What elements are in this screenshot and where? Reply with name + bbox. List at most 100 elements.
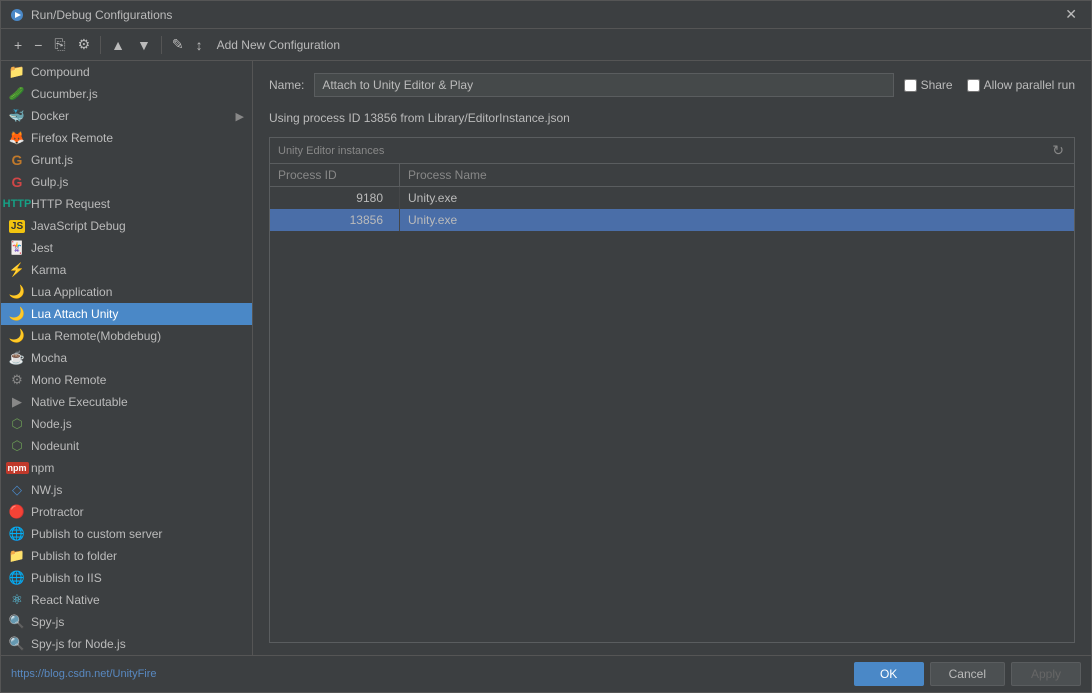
- sidebar-item-label: Native Executable: [31, 395, 128, 409]
- sidebar-item-label: Node.js: [31, 417, 72, 431]
- sidebar-item-label: Gulp.js: [31, 175, 68, 189]
- sidebar-item-mono-remote[interactable]: ⚙ Mono Remote: [1, 369, 252, 391]
- sidebar-item-jest[interactable]: 🃏 Jest: [1, 237, 252, 259]
- sidebar-item-label: Mocha: [31, 351, 67, 365]
- spyjs-nodejs-icon: 🔍: [9, 636, 25, 652]
- checkbox-area: Share Allow parallel run: [904, 78, 1075, 92]
- sidebar: 📁 Compound 🥒 Cucumber.js 🐳 Docker ▶ 🦊 Fi…: [1, 61, 253, 655]
- share-checkbox-label[interactable]: Share: [904, 78, 953, 92]
- mono-icon: ⚙: [9, 372, 25, 388]
- instances-title: Unity Editor instances: [278, 145, 384, 157]
- sidebar-item-lua-application[interactable]: 🌙 Lua Application: [1, 281, 252, 303]
- native-icon: ▶: [9, 394, 25, 410]
- sidebar-item-nodejs[interactable]: ⬡ Node.js: [1, 413, 252, 435]
- window-title: Run/Debug Configurations: [31, 8, 172, 22]
- sidebar-item-spy-js[interactable]: 🔍 Spy-js: [1, 611, 252, 633]
- sidebar-item-label: Mono Remote: [31, 373, 106, 387]
- sidebar-item-javascript-debug[interactable]: JS JavaScript Debug: [1, 215, 252, 237]
- ok-button[interactable]: OK: [854, 662, 924, 686]
- run-debug-configurations-window: Run/Debug Configurations ✕ + − ⎘ ⚙ ▲ ▼ ✎…: [0, 0, 1092, 693]
- sidebar-item-react-native[interactable]: ⚛ React Native: [1, 589, 252, 611]
- sidebar-item-docker[interactable]: 🐳 Docker ▶: [1, 105, 252, 127]
- sidebar-item-nwjs[interactable]: ◇ NW.js: [1, 479, 252, 501]
- sidebar-item-lua-remote-mobdebug[interactable]: 🌙 Lua Remote(Mobdebug): [1, 325, 252, 347]
- docker-arrow-icon: ▶: [236, 110, 244, 123]
- close-button[interactable]: ✕: [1059, 4, 1083, 25]
- bottom-bar: https://blog.csdn.net/UnityFire OK Cance…: [1, 655, 1091, 692]
- sidebar-item-label: Nodeunit: [31, 439, 79, 453]
- allow-parallel-checkbox[interactable]: [967, 79, 980, 92]
- sidebar-item-publish-custom-server[interactable]: 🌐 Publish to custom server: [1, 523, 252, 545]
- toolbar-separator-2: [161, 36, 162, 54]
- sidebar-item-label: Compound: [31, 65, 90, 79]
- add-new-label: Add New Configuration: [210, 35, 347, 55]
- lua-app-icon: 🌙: [9, 284, 25, 300]
- sidebar-item-nodeunit[interactable]: ⬡ Nodeunit: [1, 435, 252, 457]
- sidebar-item-label: JavaScript Debug: [31, 219, 126, 233]
- sidebar-item-mocha[interactable]: ☕ Mocha: [1, 347, 252, 369]
- name-input[interactable]: [314, 73, 893, 97]
- copy-config-button[interactable]: ⎘: [49, 34, 70, 55]
- allow-parallel-checkbox-label[interactable]: Allow parallel run: [967, 78, 1075, 92]
- sidebar-item-compound[interactable]: 📁 Compound: [1, 61, 252, 83]
- apply-button[interactable]: Apply: [1011, 662, 1081, 686]
- edit-button[interactable]: ✎: [167, 34, 189, 55]
- sidebar-item-label: Jest: [31, 241, 53, 255]
- docker-icon: 🐳: [9, 108, 25, 124]
- sidebar-item-gruntjs[interactable]: G Grunt.js: [1, 149, 252, 171]
- process-info: Using process ID 13856 from Library/Edit…: [269, 111, 1075, 125]
- sidebar-item-label: Spy-js for Node.js: [31, 637, 126, 651]
- sidebar-item-publish-iis[interactable]: 🌐 Publish to IIS: [1, 567, 252, 589]
- table-row[interactable]: 9180 Unity.exe: [270, 187, 1074, 209]
- protractor-icon: 🔴: [9, 504, 25, 520]
- sidebar-item-label: NW.js: [31, 483, 62, 497]
- nodejs-icon: ⬡: [9, 416, 25, 432]
- nodeunit-icon: ⬡: [9, 438, 25, 454]
- spyjs-icon: 🔍: [9, 614, 25, 630]
- sidebar-item-gulpjs[interactable]: G Gulp.js: [1, 171, 252, 193]
- sidebar-item-karma[interactable]: ⚡ Karma: [1, 259, 252, 281]
- sidebar-item-spy-js-nodejs[interactable]: 🔍 Spy-js for Node.js: [1, 633, 252, 655]
- npm-icon: npm: [9, 460, 25, 476]
- move-down-button[interactable]: ▼: [132, 35, 156, 55]
- cancel-button[interactable]: Cancel: [930, 662, 1005, 686]
- add-config-button[interactable]: +: [9, 35, 27, 55]
- gruntjs-icon: G: [9, 152, 25, 168]
- settings-button[interactable]: ⚙: [73, 34, 96, 55]
- window-icon: [9, 7, 25, 23]
- sidebar-item-npm[interactable]: npm npm: [1, 457, 252, 479]
- sort-button[interactable]: ↕: [191, 35, 208, 55]
- main-content: 📁 Compound 🥒 Cucumber.js 🐳 Docker ▶ 🦊 Fi…: [1, 61, 1091, 655]
- th-process-id: Process ID: [270, 164, 400, 186]
- move-up-button[interactable]: ▲: [106, 35, 130, 55]
- table-row-selected[interactable]: 13856 Unity.exe: [270, 209, 1074, 231]
- react-native-icon: ⚛: [9, 592, 25, 608]
- refresh-button[interactable]: ↻: [1050, 142, 1066, 159]
- lua-attach-icon: 🌙: [9, 306, 25, 322]
- td-process-name: Unity.exe: [400, 187, 1074, 209]
- share-checkbox[interactable]: [904, 79, 917, 92]
- publish-folder-icon: 📁: [9, 548, 25, 564]
- remove-config-button[interactable]: −: [29, 35, 47, 55]
- sidebar-item-lua-attach-unity[interactable]: 🌙 Lua Attach Unity: [1, 303, 252, 325]
- sidebar-item-label: Cucumber.js: [31, 87, 98, 101]
- sidebar-item-firefox-remote[interactable]: 🦊 Firefox Remote: [1, 127, 252, 149]
- name-row: Name: Share Allow parallel run: [269, 73, 1075, 97]
- sidebar-item-label: Publish to IIS: [31, 571, 102, 585]
- sidebar-item-label: Publish to custom server: [31, 527, 162, 541]
- sidebar-item-native-executable[interactable]: ▶ Native Executable: [1, 391, 252, 413]
- footer-url: https://blog.csdn.net/UnityFire: [11, 668, 848, 680]
- sidebar-item-http-request[interactable]: HTTP HTTP Request: [1, 193, 252, 215]
- toolbar: + − ⎘ ⚙ ▲ ▼ ✎ ↕ Add New Configuration: [1, 29, 1091, 61]
- detail-panel: Name: Share Allow parallel run Using pro…: [253, 61, 1091, 655]
- sidebar-item-protractor[interactable]: 🔴 Protractor: [1, 501, 252, 523]
- sidebar-item-publish-folder[interactable]: 📁 Publish to folder: [1, 545, 252, 567]
- sidebar-item-label: Karma: [31, 263, 66, 277]
- allow-parallel-label: Allow parallel run: [984, 78, 1075, 92]
- sidebar-item-cucumberjs[interactable]: 🥒 Cucumber.js: [1, 83, 252, 105]
- sidebar-item-label: Docker: [31, 109, 69, 123]
- cucumberjs-icon: 🥒: [9, 86, 25, 102]
- nwjs-icon: ◇: [9, 482, 25, 498]
- sidebar-item-label: Spy-js: [31, 615, 64, 629]
- sidebar-item-label: Firefox Remote: [31, 131, 113, 145]
